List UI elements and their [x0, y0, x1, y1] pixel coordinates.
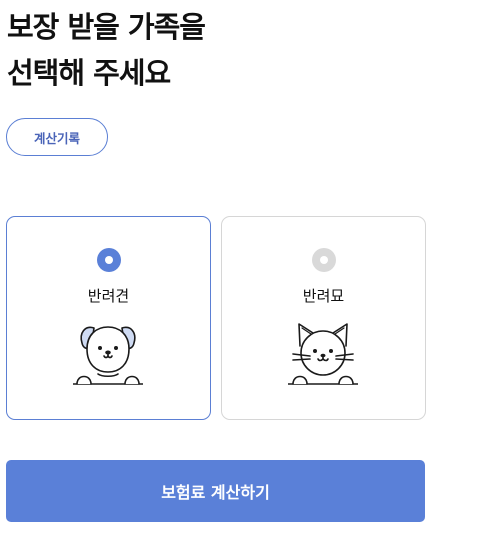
pet-option-cat-card[interactable]: 반려묘 — [221, 216, 426, 420]
cat-radio-unselected[interactable] — [312, 248, 336, 272]
dog-option-label: 반려견 — [87, 287, 130, 305]
dog-radio-selected[interactable] — [97, 248, 121, 272]
page-title: 보장 받을 가족을 선택해 주세요 — [7, 4, 206, 96]
calculate-premium-button[interactable]: 보험료 계산하기 — [6, 460, 425, 522]
page-title-line-2: 선택해 주세요 — [7, 56, 171, 90]
calculation-history-button[interactable]: 계산기록 — [6, 118, 108, 156]
cat-option-label: 반려묘 — [302, 287, 345, 305]
page-title-line-1: 보장 받을 가족을 — [7, 10, 206, 44]
pet-option-dog-card[interactable]: 반려견 — [6, 216, 211, 420]
cat-icon — [288, 323, 358, 385]
dog-icon — [73, 326, 143, 385]
